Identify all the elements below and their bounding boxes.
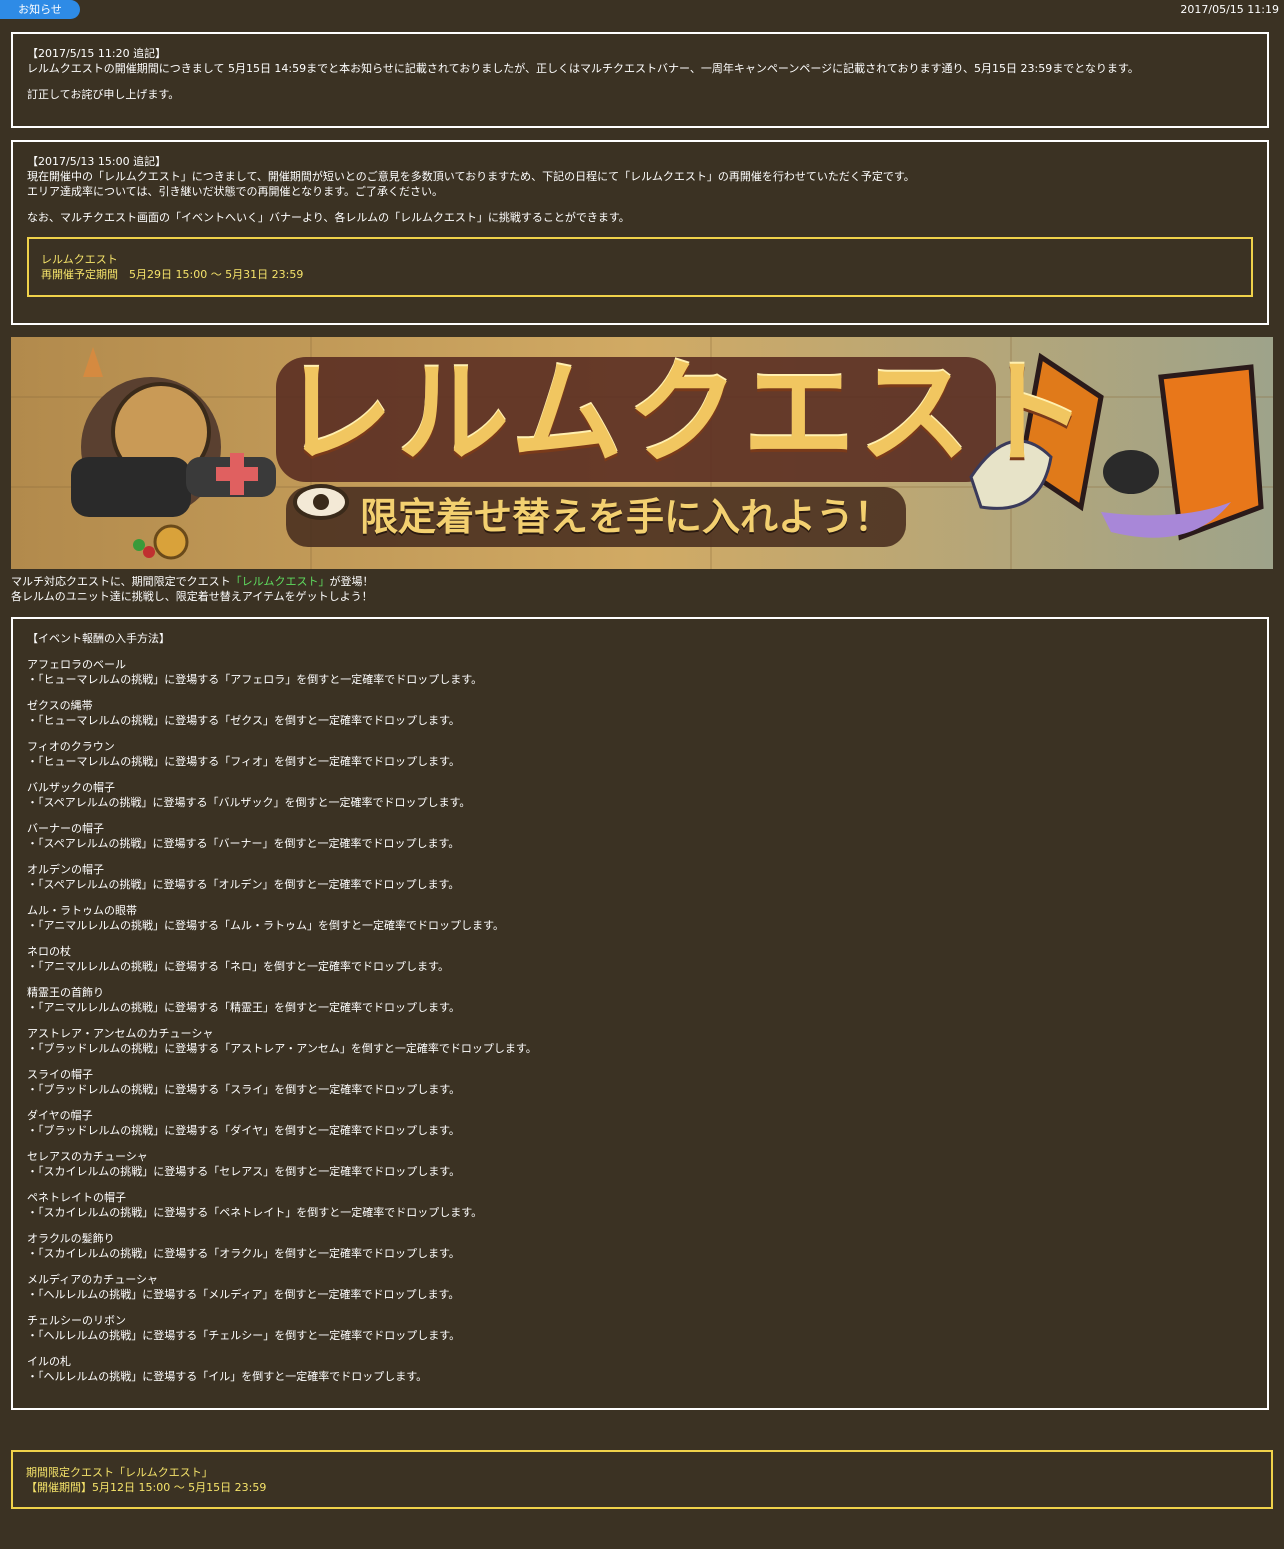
reward-item: セレアスのカチューシャ・「スカイレルムの挑戦」に登場する「セレアス」を倒すと一定… [27,1149,1253,1179]
reward-item: ペネトレイトの帽子・「スカイレルムの挑戦」に登場する「ペネトレイト」を倒すと一定… [27,1190,1253,1220]
reward-item-desc: ・「スカイレルムの挑戦」に登場する「オラクル」を倒すと一定確率でドロップします。 [27,1247,460,1260]
reward-item-desc: ・「スペアレルムの挑戦」に登場する「オルデン」を倒すと一定確率でドロップします。 [27,878,460,891]
reward-item: アストレア・アンセムのカチューシャ・「ブラッドレルムの挑戦」に登場する「アストレ… [27,1026,1253,1056]
notice-text: 訂正してお詫び申し上げます。 [27,88,180,101]
reward-item-desc: ・「ヘルレルムの挑戦」に登場する「メルディア」を倒すと一定確率でドロップします。 [27,1288,460,1301]
reward-item-name: 精霊王の首飾り [27,986,104,999]
reward-item-name: バルザックの帽子 [27,781,115,794]
post-date: 2017/05/15 11:19 [1180,3,1279,16]
notice-tag: お知らせ [0,0,80,19]
reward-item: アフェロラのベール・「ヒューマレルムの挑戦」に登場する「アフェロラ」を倒すと一定… [27,657,1253,687]
banner-subtitle: 限定着せ替えを手に入れよう！ [359,495,892,539]
intro-line: 各レルムのユニット達に挑戦し、限定着せ替えアイテムをゲットしよう！ [11,590,373,603]
reward-item-name: ネロの杖 [27,945,71,958]
reward-item-desc: ・「ヘルレルムの挑戦」に登場する「イル」を倒すと一定確率でドロップします。 [27,1370,428,1383]
reward-item-desc: ・「ブラッドレルムの挑戦」に登場する「アストレア・アンセム」を倒すと一定確率でド… [27,1042,537,1055]
reward-item-name: チェルシーのリボン [27,1314,126,1327]
reward-item-desc: ・「ブラッドレルムの挑戦」に登場する「スライ」を倒すと一定確率でドロップします。 [27,1083,461,1096]
notice-heading: 【2017/5/13 15:00 追記】 [27,155,167,168]
reward-item: オラクルの髪飾り・「スカイレルムの挑戦」に登場する「オラクル」を倒すと一定確率で… [27,1231,1253,1261]
rerun-period: 再開催予定期間 5月29日 15:00 ～ 5月31日 23:59 [41,268,304,281]
reward-item: スライの帽子・「ブラッドレルムの挑戦」に登場する「スライ」を倒すと一定確率でドロ… [27,1067,1253,1097]
header-bar: お知らせ 2017/05/15 11:19 [0,0,1284,22]
reward-item: ネロの杖・「アニマルレルムの挑戦」に登場する「ネロ」を倒すと一定確率でドロップし… [27,944,1253,974]
reward-item-desc: ・「ヒューマレルムの挑戦」に登場する「ゼクス」を倒すと一定確率でドロップします。 [27,714,460,727]
reward-item: ダイヤの帽子・「ブラッドレルムの挑戦」に登場する「ダイヤ」を倒すと一定確率でドロ… [27,1108,1253,1138]
reward-item-desc: ・「スペアレルムの挑戦」に登場する「バルザック」を倒すと一定確率でドロップします… [27,796,471,809]
notice-heading: 【2017/5/15 11:20 追記】 [27,47,167,60]
rewards-section: 【イベント報酬の入手方法】 アフェロラのベール・「ヒューマレルムの挑戦」に登場す… [11,617,1269,1410]
reward-item-name: オラクルの髪飾り [27,1232,115,1245]
reward-item: ゼクスの縄帯・「ヒューマレルムの挑戦」に登場する「ゼクス」を倒すと一定確率でドロ… [27,698,1253,728]
reward-item: ムル・ラトゥムの眼帯・「アニマルレルムの挑戦」に登場する「ムル・ラトゥム」を倒す… [27,903,1253,933]
reward-item: オルデンの帽子・「スペアレルムの挑戦」に登場する「オルデン」を倒すと一定確率でド… [27,862,1253,892]
reward-item: フィオのクラウン・「ヒューマレルムの挑戦」に登場する「フィオ」を倒すと一定確率で… [27,739,1253,769]
reward-item-name: ペネトレイトの帽子 [27,1191,126,1204]
reward-item-name: スライの帽子 [27,1068,93,1081]
notice-text: なお、マルチクエスト画面の「イベントへいく」バナーより、各レルムの「レルムクエス… [27,211,630,224]
event-intro: マルチ対応クエストに、期間限定でクエスト「レルムクエスト」が登場！ 各レルムのユ… [11,574,373,604]
period-dates: 【開催期間】5月12日 15:00 ～ 5月15日 23:59 [26,1481,267,1494]
reward-item-name: ダイヤの帽子 [27,1109,93,1122]
period-title: 期間限定クエスト「レルムクエスト」 [26,1466,213,1479]
reward-item-name: バーナーの帽子 [27,822,104,835]
correction-notice: 【2017/5/15 11:20 追記】 レルムクエストの開催期間につきまして … [11,32,1269,128]
rerun-notice: 【2017/5/13 15:00 追記】 現在開催中の「レルムクエスト」につきま… [11,140,1269,325]
reward-item-name: オルデンの帽子 [27,863,104,876]
reward-item: イルの札・「ヘルレルムの挑戦」に登場する「イル」を倒すと一定確率でドロップします… [27,1354,1253,1384]
reward-item-desc: ・「スカイレルムの挑戦」に登場する「ペネトレイト」を倒すと一定確率でドロップしま… [27,1206,483,1219]
reward-item-desc: ・「ブラッドレルムの挑戦」に登場する「ダイヤ」を倒すと一定確率でドロップします。 [27,1124,460,1137]
reward-item-name: メルディアのカチューシャ [27,1273,159,1286]
reward-item-name: ゼクスの縄帯 [27,699,93,712]
reward-item-desc: ・「アニマルレルムの挑戦」に登場する「ネロ」を倒すと一定確率でドロップします。 [27,960,449,973]
rerun-title: レルムクエスト [41,253,118,266]
reward-item-name: アフェロラのベール [27,658,126,671]
reward-item-desc: ・「アニマルレルムの挑戦」に登場する「ムル・ラトゥム」を倒すと一定確率でドロップ… [27,919,504,932]
reward-item: バーナーの帽子・「スペアレルムの挑戦」に登場する「バーナー」を倒すと一定確率でド… [27,821,1253,851]
reward-item: バルザックの帽子・「スペアレルムの挑戦」に登場する「バルザック」を倒すと一定確率… [27,780,1253,810]
reward-item-name: セレアスのカチューシャ [27,1150,148,1163]
reward-item-desc: ・「ヒューマレルムの挑戦」に登場する「フィオ」を倒すと一定確率でドロップします。 [27,755,460,768]
intro-text: が登場！ [329,575,374,588]
intro-text: マルチ対応クエストに、期間限定でクエスト [11,575,231,588]
notice-text: レルムクエストの開催期間につきまして 5月15日 14:59までと本お知らせに記… [27,62,1139,75]
notice-text: 現在開催中の「レルムクエスト」につきまして、開催期間が短いとのご意見を多数頂いて… [27,170,915,183]
rerun-period-box: レルムクエスト 再開催予定期間 5月29日 15:00 ～ 5月31日 23:5… [27,237,1253,297]
reward-item-desc: ・「スペアレルムの挑戦」に登場する「バーナー」を倒すと一定確率でドロップします。 [27,837,460,850]
reward-item-desc: ・「ヘルレルムの挑戦」に登場する「チェルシー」を倒すと一定確率でドロップします。 [27,1329,461,1342]
reward-item-name: アストレア・アンセムのカチューシャ [27,1027,214,1040]
rewards-heading: 【イベント報酬の入手方法】 [27,632,170,645]
reward-list: アフェロラのベール・「ヒューマレルムの挑戦」に登場する「アフェロラ」を倒すと一定… [27,657,1253,1384]
reward-item: チェルシーのリボン・「ヘルレルムの挑戦」に登場する「チェルシー」を倒すと一定確率… [27,1313,1253,1343]
reward-item: メルディアのカチューシャ・「ヘルレルムの挑戦」に登場する「メルディア」を倒すと一… [27,1272,1253,1302]
event-banner[interactable]: レルムクエスト 限定着せ替えを手に入れよう！ [11,337,1273,569]
notice-text: エリア達成率については、引き継いだ状態での再開催となります。ご了承ください。 [27,185,444,198]
reward-item-name: ムル・ラトゥムの眼帯 [27,904,137,917]
reward-item: 精霊王の首飾り・「アニマルレルムの挑戦」に登場する「精霊王」を倒すと一定確率でド… [27,985,1253,1015]
event-period-box: 期間限定クエスト「レルムクエスト」 【開催期間】5月12日 15:00 ～ 5月… [11,1450,1273,1509]
reward-item-desc: ・「ヒューマレルムの挑戦」に登場する「アフェロラ」を倒すと一定確率でドロップしま… [27,673,483,686]
reward-item-desc: ・「スカイレルムの挑戦」に登場する「セレアス」を倒すと一定確率でドロップします。 [27,1165,461,1178]
reward-item-name: イルの札 [27,1355,71,1368]
banner-title: レルムクエスト [281,349,1091,479]
reward-item-desc: ・「アニマルレルムの挑戦」に登場する「精霊王」を倒すと一定確率でドロップします。 [27,1001,460,1014]
reward-item-name: フィオのクラウン [27,740,115,753]
realm-quest-link[interactable]: 「レルムクエスト」 [231,575,330,588]
intro-line: マルチ対応クエストに、期間限定でクエスト「レルムクエスト」が登場！ [11,574,373,589]
